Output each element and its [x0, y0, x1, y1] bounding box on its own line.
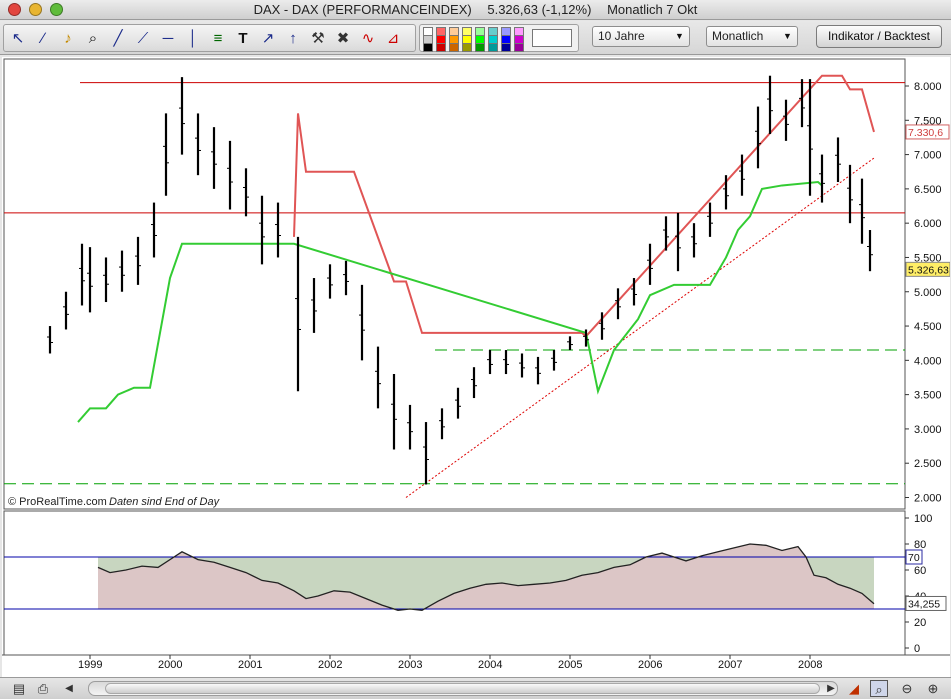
zoom-out-icon[interactable]: ⊖ — [898, 680, 916, 697]
time-tick-label: 2005 — [558, 659, 582, 671]
chart-area[interactable]: 2.000 2.500 3.000 3.500 4.000 4.500 5.000 5.500… — [2, 57, 951, 677]
indicator-icon[interactable]: ∿ — [358, 29, 378, 49]
time-tick-label: 2004 — [478, 659, 502, 671]
oscillator-tick-label: 20 — [914, 617, 926, 629]
range-select-value: 10 Jahre — [598, 29, 645, 43]
color-palette — [419, 24, 579, 52]
price-tick-label: 3.500 — [914, 390, 942, 402]
text-icon[interactable]: T — [233, 29, 253, 49]
price-tick-label: 6.000 — [914, 218, 942, 230]
data-note: Daten sind End of Day — [109, 496, 221, 508]
arrow-icon[interactable]: ↗ — [258, 29, 278, 49]
scrollbar-thumb[interactable] — [105, 683, 820, 694]
oscillator-tick-label: 60 — [914, 565, 926, 577]
scroll-right-icon[interactable]: ▶ — [822, 680, 840, 697]
arrow-up-icon[interactable]: ↑ — [283, 29, 303, 49]
last-price-label: 5.326,63 — [908, 264, 949, 276]
bottom-bar: ▤ ⎙ ◀ ▶ ◢ ⌕ ⊖ ⊕ — [0, 677, 951, 699]
tools-icon[interactable]: ⚒ — [308, 29, 328, 49]
price-tick-label: 3.000 — [914, 424, 942, 436]
time-tick-label: 2007 — [718, 659, 742, 671]
color-swatch[interactable] — [423, 43, 433, 52]
time-tick-label: 1999 — [78, 659, 102, 671]
stop-value-label: 7.330,6 — [908, 127, 943, 139]
channel-icon[interactable]: ⊿ — [383, 29, 403, 49]
watermark: © ProRealTime.com — [8, 496, 107, 508]
alarm-bell-icon[interactable]: ♪ — [58, 29, 78, 49]
color-swatch[interactable] — [475, 43, 485, 52]
resize-icon[interactable]: ◢ — [845, 680, 863, 697]
color-swatch[interactable] — [462, 43, 472, 52]
horizontal-line-icon[interactable]: ─ — [158, 29, 178, 49]
instrument-name: DAX - DAX (PERFORMANCEINDEX) — [253, 2, 472, 17]
price-tick-label: 7.000 — [914, 150, 942, 162]
zoom-icon[interactable]: ⌕ — [83, 29, 103, 49]
title-bar: DAX - DAX (PERFORMANCEINDEX) 5.326,63 (-… — [0, 0, 951, 20]
selected-color-swatch[interactable] — [532, 29, 572, 47]
oscillator-tick-label: 0 — [914, 643, 920, 655]
time-tick-label: 2000 — [158, 659, 182, 671]
toolbar: ↖ ∕ ♪ ⌕ ╱ ⟋ ─ │ ≡ T ↗ ↑ ⚒ ✖ ∿ ⊿ 10 Jahre… — [0, 21, 951, 55]
chevron-down-icon: ▼ — [783, 31, 792, 41]
time-tick-label: 2002 — [318, 659, 342, 671]
color-swatch[interactable] — [501, 43, 511, 52]
oscillator-value-label: 34,255 — [908, 598, 940, 610]
trendline-icon[interactable]: ⟋ — [133, 29, 153, 49]
fibonacci-icon[interactable]: ≡ — [208, 29, 228, 49]
price-tick-label: 6.500 — [914, 184, 942, 196]
period-select[interactable]: Monatlich ▼ — [706, 26, 798, 47]
drawing-tools: ↖ ∕ ♪ ⌕ ╱ ⟋ ─ │ ≡ T ↗ ↑ ⚒ ✖ ∿ ⊿ — [3, 24, 416, 52]
prorealtime-window: DAX - DAX (PERFORMANCEINDEX) 5.326,63 (-… — [0, 0, 951, 699]
price-tick-label: 2.000 — [914, 493, 942, 505]
price-tick-label: 4.500 — [914, 321, 942, 333]
indicator-backtest-button[interactable]: Indikator / Backtest — [816, 25, 942, 48]
print-preview-icon[interactable]: ▤ — [10, 680, 28, 697]
color-swatch[interactable] — [436, 43, 446, 52]
oscillator-tick-label: 100 — [914, 513, 932, 525]
last-change: 5.326,63 (-1,12%) — [487, 2, 592, 17]
color-swatch[interactable] — [514, 43, 524, 52]
price-tick-label: 8.000 — [914, 81, 942, 93]
price-tick-label: 5.000 — [914, 287, 942, 299]
time-tick-label: 2006 — [638, 659, 662, 671]
time-tick-label: 2001 — [238, 659, 262, 671]
time-tick-label: 2008 — [798, 659, 822, 671]
period-select-value: Monatlich — [712, 29, 764, 43]
oscillator-tick-label: 80 — [914, 539, 926, 551]
color-swatch[interactable] — [488, 43, 498, 52]
zoom-in-icon[interactable]: ⊕ — [924, 680, 942, 697]
segment-icon[interactable]: ╱ — [108, 29, 128, 49]
color-swatch[interactable] — [449, 43, 459, 52]
time-tick-label: 2003 — [398, 659, 422, 671]
price-tick-label: 2.500 — [914, 458, 942, 470]
zoom-fit-icon[interactable]: ⌕ — [870, 680, 888, 697]
window-title: DAX - DAX (PERFORMANCEINDEX) 5.326,63 (-… — [0, 2, 951, 17]
cursor-icon[interactable]: ↖ — [8, 29, 28, 49]
chart-svg[interactable]: 2.0002.5003.0003.5004.0004.5005.0005.500… — [2, 57, 951, 677]
price-tick-label: 4.000 — [914, 355, 942, 367]
range-select[interactable]: 10 Jahre ▼ — [592, 26, 690, 47]
print-icon[interactable]: ⎙ — [34, 680, 52, 697]
ruler-icon[interactable]: ∕ — [33, 29, 53, 49]
scroll-left-icon[interactable]: ◀ — [60, 680, 78, 697]
chevron-down-icon: ▼ — [675, 31, 684, 41]
level-value-label: 70 — [908, 552, 920, 564]
vertical-line-icon[interactable]: │ — [183, 29, 203, 49]
trash-icon[interactable]: ✖ — [333, 29, 353, 49]
period-date: Monatlich 7 Okt — [607, 2, 698, 17]
